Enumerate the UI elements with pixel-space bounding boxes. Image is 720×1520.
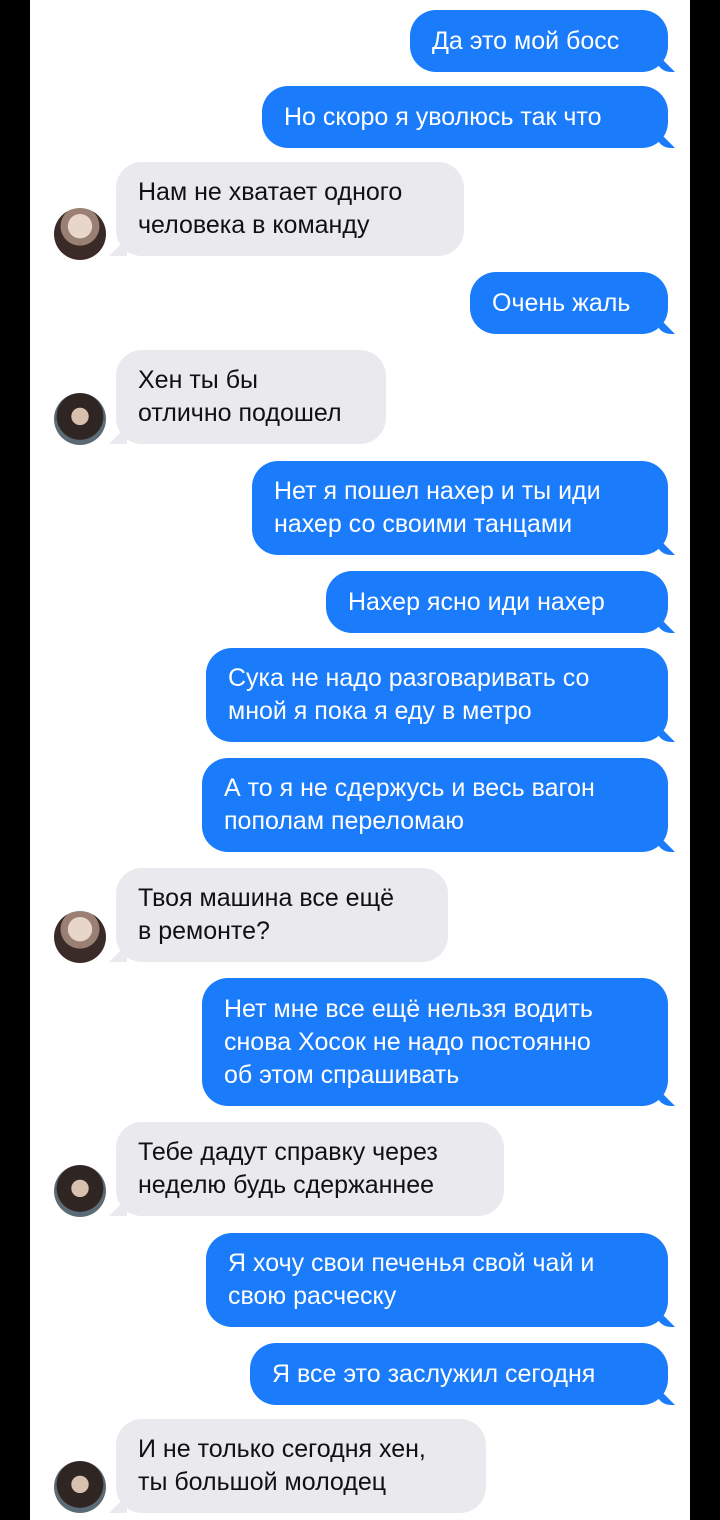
outgoing-message[interactable]: Но скоро я уволюсь так что xyxy=(262,86,668,148)
message-text: Нет мне все ещё нельзя водить xyxy=(224,994,593,1023)
message-text: Я все это заслужил сегодня xyxy=(272,1359,596,1388)
message-text: Нахер ясно иди нахер xyxy=(348,587,605,616)
outgoing-message[interactable]: Сука не надо разговаривать со мной я пок… xyxy=(206,648,668,742)
message-text: Но скоро я уволюсь так что xyxy=(284,102,602,131)
incoming-message[interactable]: Твоя машина все ещё в ремонте? xyxy=(116,868,448,962)
outgoing-message[interactable]: Нет мне все ещё нельзя водить снова Хосо… xyxy=(202,978,668,1106)
message-text: Сука не надо разговаривать со xyxy=(228,664,590,692)
message-text: человека в команду xyxy=(138,211,370,239)
message-text: неделю будь сдержаннее xyxy=(138,1171,435,1199)
incoming-message[interactable]: Хен ты бы отлично подошел xyxy=(116,350,386,444)
outgoing-message[interactable]: Я все это заслужил сегодня xyxy=(250,1343,668,1405)
message-text: снова Хосок не надо постоянно xyxy=(224,1027,591,1056)
message-text: Твоя машина все ещё xyxy=(138,884,395,912)
outgoing-message[interactable]: Я хочу свои печенья свой чай и свою расч… xyxy=(206,1233,668,1327)
contact-avatar[interactable] xyxy=(54,393,106,445)
message-text: Хен ты бы xyxy=(138,366,258,394)
outgoing-message[interactable]: Очень жаль xyxy=(470,272,668,334)
message-text: Да это мой босс xyxy=(432,26,620,55)
message-text: мной я пока я еду в метро xyxy=(228,697,532,725)
message-text: в ремонте? xyxy=(138,917,270,945)
message-text: об этом спрашивать xyxy=(224,1060,460,1089)
message-text: А то я не сдержусь и весь вагон xyxy=(224,774,595,802)
message-text: Очень жаль xyxy=(492,288,631,317)
message-text: нахер со своими танцами xyxy=(274,510,573,538)
message-text: свою расческу xyxy=(228,1282,397,1310)
incoming-message[interactable]: И не только сегодня хен, ты большой моло… xyxy=(116,1419,486,1513)
outgoing-message[interactable]: А то я не сдержусь и весь вагон пополам … xyxy=(202,758,668,852)
message-text: Тебе дадут справку через xyxy=(138,1138,438,1166)
message-text: пополам переломаю xyxy=(224,807,464,835)
message-text: ты большой молодец xyxy=(138,1468,387,1496)
message-text: Нет я пошел нахер и ты иди xyxy=(274,477,601,505)
message-text: Я хочу свои печенья свой чай и xyxy=(228,1249,595,1277)
chat-screen: Да это мой босс Но скоро я уволюсь так ч… xyxy=(30,0,690,1520)
contact-avatar[interactable] xyxy=(54,911,106,963)
outgoing-message[interactable]: Нахер ясно иди нахер xyxy=(326,571,668,633)
message-text: И не только сегодня хен, xyxy=(138,1435,426,1463)
incoming-message[interactable]: Нам не хватает одного человека в команду xyxy=(116,162,464,256)
contact-avatar[interactable] xyxy=(54,208,106,260)
message-text: Нам не хватает одного xyxy=(138,178,403,206)
contact-avatar[interactable] xyxy=(54,1165,106,1217)
outgoing-message[interactable]: Да это мой босс xyxy=(410,10,668,72)
outgoing-message[interactable]: Нет я пошел нахер и ты иди нахер со свои… xyxy=(252,461,668,555)
incoming-message[interactable]: Тебе дадут справку через неделю будь сде… xyxy=(116,1122,504,1216)
contact-avatar[interactable] xyxy=(54,1461,106,1513)
message-text: отлично подошел xyxy=(138,399,342,427)
